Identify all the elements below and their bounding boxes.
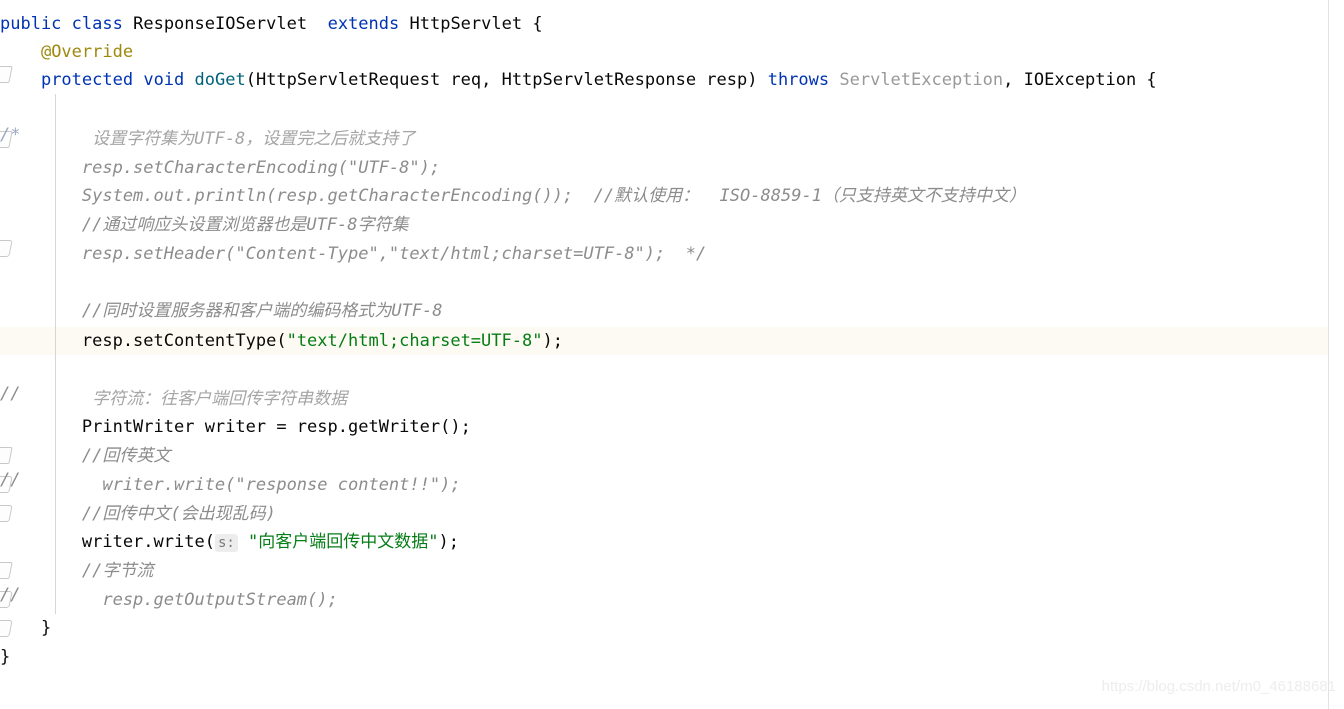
code-line[interactable]: resp.setHeader("Content-Type","text/html…	[0, 240, 706, 268]
code-line[interactable]: protected void doGet(HttpServletRequest …	[0, 66, 1157, 94]
code-token: System.out.println(resp.getCharacterEnco…	[0, 186, 1026, 206]
code-token: (HttpServletRequest req, HttpServletResp…	[245, 70, 768, 90]
code-token: 字符流：往客户端回传字符串数据	[0, 389, 348, 409]
code-token: }	[0, 618, 52, 638]
code-token: //通过响应头设置浏览器也是UTF-8字符集	[0, 215, 409, 235]
code-token: writer.write("response content!!");	[0, 475, 461, 495]
csdn-watermark: https://blog.csdn.net/m0_46188681	[1101, 678, 1336, 695]
code-token: resp.setContentType(	[0, 331, 287, 351]
code-line[interactable]: writer.write("response content!!");	[0, 471, 461, 499]
code-line[interactable]: }	[0, 643, 10, 671]
code-token: @Override	[40, 42, 134, 62]
code-line[interactable]: //字节流	[0, 557, 153, 585]
code-line[interactable]: //回传中文(会出现乱码)	[0, 500, 276, 528]
code-line[interactable]: System.out.println(resp.getCharacterEnco…	[0, 182, 1026, 210]
code-line[interactable]: public class ResponseIOServlet extends H…	[0, 10, 543, 38]
code-token: extends	[327, 14, 400, 34]
code-token: public	[0, 14, 62, 34]
code-token: resp.setCharacterEncoding("UTF-8");	[0, 158, 441, 178]
code-line[interactable]: @Override	[0, 38, 133, 66]
code-token: }	[0, 647, 11, 667]
code-line[interactable]: resp.setCharacterEncoding("UTF-8");	[0, 154, 440, 182]
code-token: class	[71, 14, 123, 34]
code-token: PrintWriter writer = resp.getWriter();	[0, 417, 471, 437]
code-line[interactable]: //同时设置服务器和客户端的编码格式为UTF-8	[0, 297, 443, 325]
code-line[interactable]: 字符流：往客户端回传字符串数据	[0, 385, 347, 413]
code-token: "向客户端回传中文数据"	[248, 532, 439, 552]
code-token: //回传中文(会出现乱码)	[0, 504, 276, 524]
code-line[interactable]: }	[0, 614, 51, 642]
code-line[interactable]: resp.getOutputStream();	[0, 586, 338, 614]
code-token: //同时设置服务器和客户端的编码格式为UTF-8	[0, 301, 443, 321]
code-line[interactable]: writer.write(s: "向客户端回传中文数据");	[0, 528, 459, 556]
code-token: //回传英文	[0, 446, 171, 466]
code-token: ServletException	[839, 70, 1004, 90]
code-token: void	[143, 70, 185, 90]
code-token: 设置字符集为UTF-8，设置完之后就支持了	[0, 129, 416, 149]
code-token: HttpServlet	[409, 14, 523, 34]
code-line[interactable]: 设置字符集为UTF-8，设置完之后就支持了	[0, 125, 415, 153]
code-line[interactable]: PrintWriter writer = resp.getWriter();	[0, 413, 471, 441]
code-token: doGet	[194, 70, 246, 90]
code-token: writer.write(	[0, 532, 215, 552]
code-token: ResponseIOServlet	[133, 14, 308, 34]
code-token: //字节流	[0, 561, 154, 581]
code-token: resp.setHeader("Content-Type","text/html…	[0, 244, 707, 264]
code-token: {	[522, 14, 543, 34]
code-line[interactable]: resp.setContentType("text/html;charset=U…	[0, 327, 563, 355]
code-line[interactable]: //通过响应头设置浏览器也是UTF-8字符集	[0, 211, 409, 239]
parameter-hint: s:	[214, 534, 238, 552]
code-token: , IOException {	[1003, 70, 1157, 90]
code-editor[interactable]: /*////// public class ResponseIOServlet …	[0, 0, 1344, 709]
code-token: throws	[767, 70, 830, 90]
code-token: "text/html;charset=UTF-8"	[286, 331, 543, 351]
code-line[interactable]: //回传英文	[0, 442, 170, 470]
code-content[interactable]: public class ResponseIOServlet extends H…	[0, 0, 1344, 709]
code-token: resp.getOutputStream();	[0, 590, 338, 610]
code-token: protected	[40, 70, 134, 90]
code-token: );	[542, 331, 563, 351]
code-token: );	[438, 532, 460, 552]
